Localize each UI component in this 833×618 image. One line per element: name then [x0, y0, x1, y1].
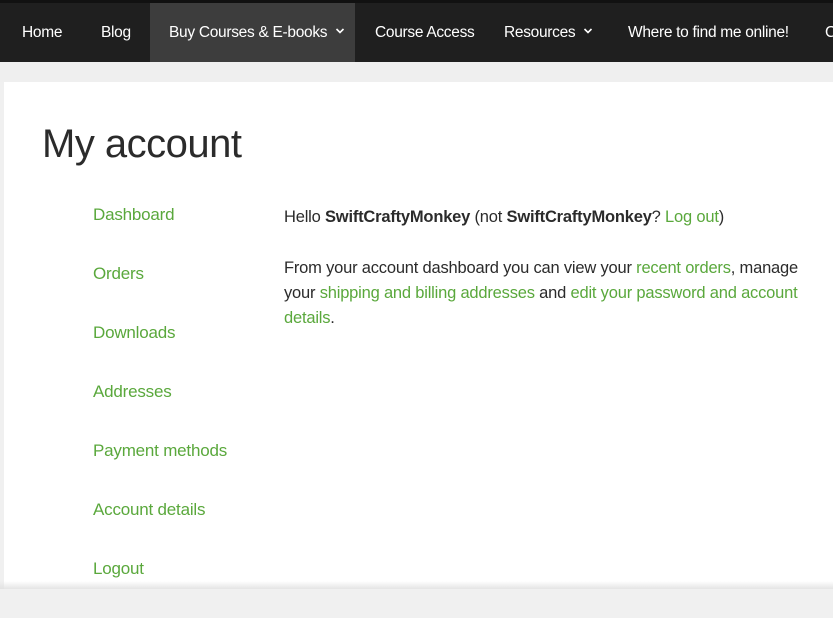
account-nav-orders[interactable]: Orders — [93, 264, 227, 323]
nav-item-truncated[interactable]: C — [825, 3, 833, 62]
greeting-question: ? — [652, 208, 661, 226]
chevron-down-icon — [583, 26, 593, 36]
nav-item-resources-label: Resources — [504, 24, 575, 41]
greeting-username: SwiftCraftyMonkey — [325, 208, 470, 226]
nav-item-where-to-find-me[interactable]: Where to find me online! — [628, 3, 789, 62]
nav-item-course-access[interactable]: Course Access — [375, 3, 474, 62]
nav-item-home[interactable]: Home — [22, 3, 62, 62]
nav-item-buy-courses-label: Buy Courses & E-books — [169, 24, 327, 41]
top-navigation-bar: Home Blog Buy Courses & E-books Course A… — [0, 0, 833, 62]
greeting-not-username: SwiftCraftyMonkey — [507, 208, 652, 226]
account-nav-addresses[interactable]: Addresses — [93, 382, 227, 441]
page-band — [0, 62, 833, 82]
logout-link[interactable]: Log out — [665, 208, 719, 226]
intro-part-1: From your account dashboard you can view… — [284, 259, 632, 277]
greeting-close: ) — [719, 208, 724, 226]
greeting-paragraph: Hello SwiftCraftyMonkey (not SwiftCrafty… — [284, 205, 804, 230]
greeting-not-prefix: (not — [475, 208, 503, 226]
page-title: My account — [42, 122, 242, 167]
account-nav-downloads[interactable]: Downloads — [93, 323, 227, 382]
bottom-fade — [0, 581, 833, 589]
intro-part-3: and — [539, 284, 566, 302]
account-nav-dashboard[interactable]: Dashboard — [93, 205, 227, 264]
dashboard-content: Hello SwiftCraftyMonkey (not SwiftCrafty… — [284, 205, 804, 357]
intro-part-4: . — [330, 309, 334, 327]
chevron-down-icon — [335, 26, 345, 36]
intro-paragraph: From your account dashboard you can view… — [284, 256, 804, 331]
recent-orders-link[interactable]: recent orders — [636, 259, 731, 277]
account-content: My account Dashboard Orders Downloads Ad… — [4, 82, 833, 589]
nav-item-resources[interactable]: Resources — [504, 3, 593, 62]
greeting-hello: Hello — [284, 208, 321, 226]
nav-item-blog[interactable]: Blog — [101, 3, 131, 62]
account-nav-payment-methods[interactable]: Payment methods — [93, 441, 227, 500]
nav-item-buy-courses[interactable]: Buy Courses & E-books — [150, 3, 355, 62]
account-nav-account-details[interactable]: Account details — [93, 500, 227, 559]
addresses-link[interactable]: shipping and billing addresses — [320, 284, 535, 302]
account-navigation: Dashboard Orders Downloads Addresses Pay… — [93, 205, 227, 618]
